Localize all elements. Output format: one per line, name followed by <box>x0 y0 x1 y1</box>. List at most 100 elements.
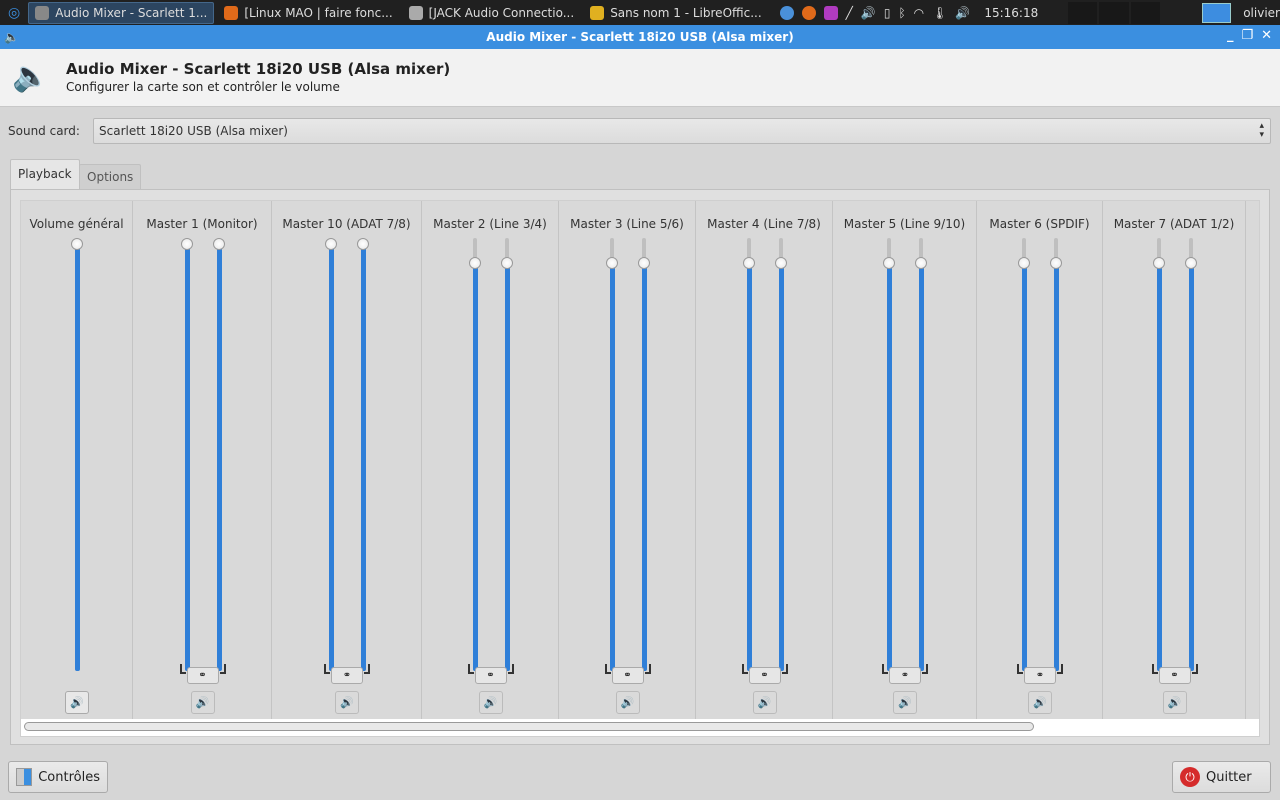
slider-knob[interactable] <box>357 238 369 250</box>
slider-knob[interactable] <box>1152 256 1165 269</box>
minimize-icon[interactable]: _ <box>1227 28 1234 43</box>
volume-icon-2[interactable]: 🔊 <box>955 6 970 20</box>
mute-button[interactable]: 🔊 <box>615 691 640 714</box>
channel-lock: ⚭ <box>324 664 370 684</box>
volume-icon[interactable]: 🔊 <box>861 6 876 20</box>
slider-knob[interactable] <box>883 256 895 269</box>
slider-knob[interactable] <box>325 238 337 250</box>
controls-button[interactable]: Contrôles <box>8 761 108 793</box>
firefox-icon[interactable] <box>801 5 816 20</box>
link-icon[interactable]: ⚭ <box>889 667 921 684</box>
link-icon[interactable]: ⚭ <box>1158 667 1191 684</box>
playback-panel: Volume général 🔊 Master 1 (Monitor) ⚭ 🔊 Mas… <box>10 189 1270 745</box>
volume-slider[interactable] <box>605 238 618 671</box>
channel-strip: Master 10 (ADAT 7/8) ⚭ 🔊 <box>272 201 422 721</box>
sound-card-select[interactable]: Scarlett 18i20 USB (Alsa mixer) ▴ ▾ <box>93 118 1271 144</box>
horizontal-scrollbar[interactable] <box>21 719 1259 736</box>
slider-knob[interactable] <box>212 238 225 250</box>
taskbar-task[interactable]: [JACK Audio Connectio... <box>403 2 581 24</box>
menu-icon[interactable]: ◎ <box>0 5 28 21</box>
slider-knob[interactable] <box>915 256 927 269</box>
volume-slider[interactable] <box>883 238 895 671</box>
mute-button[interactable]: 🔊 <box>1028 691 1052 714</box>
mute-button[interactable]: 🔊 <box>478 691 503 714</box>
volume-slider[interactable] <box>1152 238 1165 671</box>
wifi-icon[interactable]: ◠ <box>914 6 924 20</box>
slider-knob[interactable] <box>1050 256 1062 269</box>
scrollbar-thumb[interactable] <box>24 722 1034 731</box>
tab-options[interactable]: Options <box>79 164 142 190</box>
slider-knob[interactable] <box>71 238 83 250</box>
link-icon[interactable]: ⚭ <box>186 667 219 684</box>
updown-icon: ▴ ▾ <box>1259 121 1264 140</box>
sound-card-label: Sound card: <box>8 124 80 138</box>
volume-slider[interactable] <box>1050 238 1062 671</box>
channel-lock: ⚭ <box>882 664 928 684</box>
volume-slider[interactable] <box>1018 238 1030 671</box>
channel-name: Master 5 (Line 9/10) <box>843 217 966 231</box>
volume-slider[interactable] <box>742 238 755 671</box>
volume-slider[interactable] <box>637 238 650 671</box>
link-icon[interactable]: ⚭ <box>1024 667 1056 684</box>
slider-knob[interactable] <box>500 256 513 269</box>
link-icon[interactable]: ⚭ <box>611 667 644 684</box>
battery-icon[interactable]: ▯ <box>884 6 891 20</box>
link-icon[interactable]: ⚭ <box>748 667 781 684</box>
workspace-1[interactable] <box>1068 1 1098 24</box>
volume-slider[interactable] <box>774 238 787 671</box>
taskbar-task[interactable]: Audio Mixer - Scarlett 1... <box>28 1 215 24</box>
slider-knob[interactable] <box>180 238 193 250</box>
taskbar-task[interactable]: [Linux MAO | faire fonc... <box>218 2 398 24</box>
tab-playback[interactable]: Playback <box>10 159 80 190</box>
slider-knob[interactable] <box>605 256 618 269</box>
mute-button[interactable]: 🔊 <box>1162 691 1187 714</box>
mute-button[interactable]: 🔊 <box>65 691 89 714</box>
link-icon[interactable]: ⚭ <box>331 667 363 684</box>
quit-button[interactable]: ⏻ Quitter <box>1172 761 1271 793</box>
workspace-2[interactable] <box>1099 1 1129 24</box>
window-titlebar[interactable]: 🔈 Audio Mixer - Scarlett 18i20 USB (Alsa… <box>0 25 1280 49</box>
maximize-icon[interactable]: ❐ <box>1241 28 1253 43</box>
channel-lock: ⚭ <box>1017 664 1063 684</box>
volume-slider[interactable] <box>915 238 927 671</box>
mute-button[interactable]: 🔊 <box>893 691 917 714</box>
link-icon[interactable]: ⚭ <box>474 667 507 684</box>
channel-name: Volume général <box>29 217 124 231</box>
volume-slider[interactable] <box>180 238 193 671</box>
username[interactable]: olivier <box>1243 6 1280 20</box>
task-label: [Linux MAO | faire fonc... <box>244 5 393 20</box>
mute-button[interactable]: 🔊 <box>335 691 359 714</box>
slider-knob[interactable] <box>742 256 755 269</box>
channel-strip: Master 5 (Line 9/10) ⚭ 🔊 <box>833 201 977 721</box>
mute-button[interactable]: 🔊 <box>190 691 215 714</box>
close-icon[interactable]: ✕ <box>1261 28 1272 43</box>
volume-slider[interactable] <box>325 238 337 671</box>
slider-knob[interactable] <box>774 256 787 269</box>
volume-slider[interactable] <box>1184 238 1197 671</box>
workspace-3[interactable] <box>1130 1 1160 24</box>
speaker-icon: 🔊 <box>1033 696 1047 709</box>
volume-slider[interactable] <box>212 238 225 671</box>
window-icon: 🔈 <box>4 30 19 44</box>
dialog-header: 🔈 Audio Mixer - Scarlett 18i20 USB (Alsa… <box>0 49 1280 107</box>
slider-knob[interactable] <box>1184 256 1197 269</box>
clock[interactable]: 15:16:18 <box>984 6 1038 20</box>
slider-knob[interactable] <box>468 256 481 269</box>
user-avatar[interactable] <box>1201 2 1232 23</box>
temperature-icon[interactable]: 🌡 <box>932 6 947 20</box>
header-subtitle: Configurer la carte son et contrôler le … <box>66 80 340 94</box>
volume-slider[interactable] <box>468 238 481 671</box>
volume-slider[interactable] <box>357 238 369 671</box>
volume-slider[interactable] <box>500 238 513 671</box>
jack-icon[interactable]: ╱ <box>846 6 853 20</box>
volume-slider[interactable] <box>71 238 83 671</box>
bluetooth-icon[interactable]: ᛒ <box>898 6 905 20</box>
taskbar: ◎ Audio Mixer - Scarlett 1... [Linux MAO … <box>0 0 1280 25</box>
slider-knob[interactable] <box>637 256 650 269</box>
taskbar-task[interactable]: Sans nom 1 - LibreOffic... <box>584 2 767 24</box>
mute-button[interactable]: 🔊 <box>752 691 777 714</box>
download-icon[interactable] <box>823 5 838 20</box>
slider-knob[interactable] <box>1018 256 1030 269</box>
channel-name: Master 3 (Line 5/6) <box>570 217 684 231</box>
chromium-icon[interactable] <box>779 5 794 20</box>
